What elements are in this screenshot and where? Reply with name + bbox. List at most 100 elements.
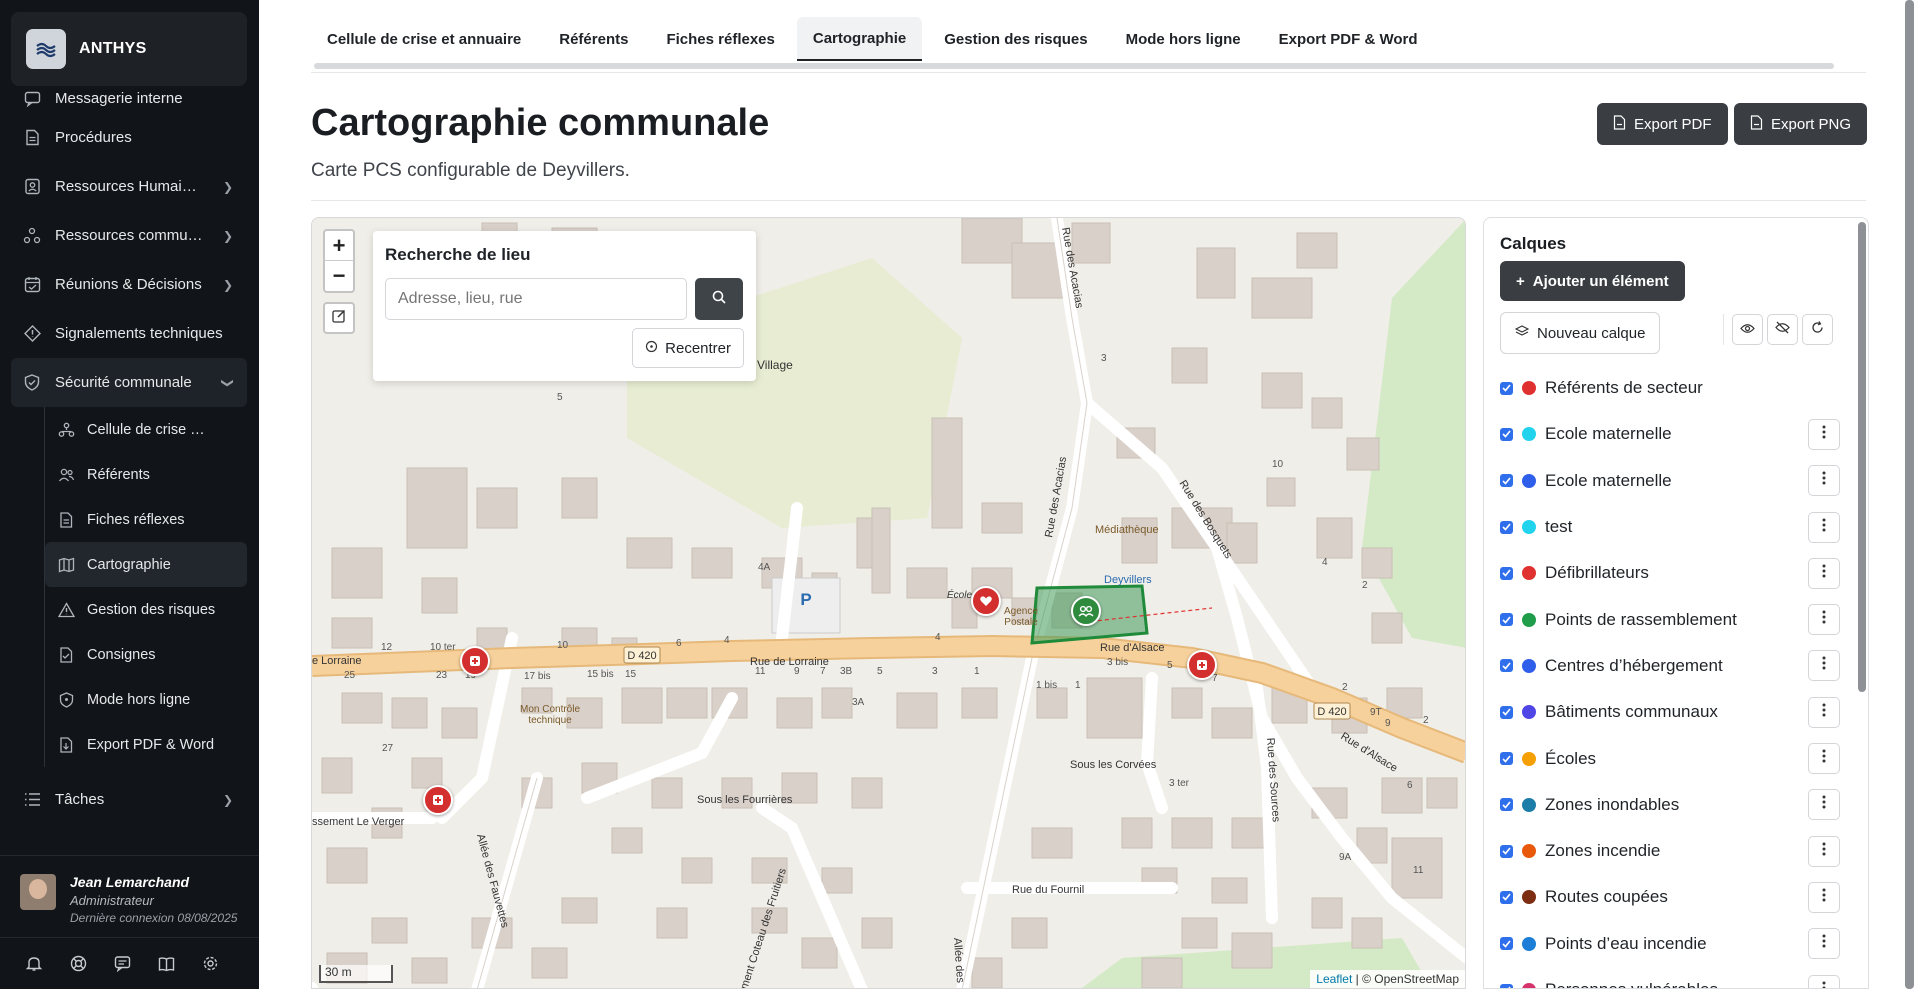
layer-checkbox[interactable] <box>1500 705 1513 719</box>
sidebar-subitem-cellule[interactable]: Cellule de crise et annuaire <box>45 407 247 452</box>
layer-checkbox[interactable] <box>1500 798 1513 812</box>
layer-menu-button[interactable] <box>1808 465 1840 497</box>
chevron-down-icon: ❯ <box>220 377 235 388</box>
crosshair-icon <box>645 340 658 357</box>
layer-row[interactable]: Défibrillateurs <box>1500 550 1840 596</box>
sidebar-subitem-referents[interactable]: Référents <box>45 452 247 497</box>
layer-menu-button[interactable] <box>1808 974 1840 988</box>
layer-checkbox[interactable] <box>1500 659 1513 673</box>
layer-checkbox[interactable] <box>1500 983 1513 988</box>
sidebar-subitem-cartographie[interactable]: Cartographie <box>45 542 247 587</box>
layer-menu-button[interactable] <box>1808 696 1840 728</box>
layer-row[interactable]: test <box>1500 504 1840 550</box>
layer-row[interactable]: Ecole maternelle <box>1500 458 1840 504</box>
layers-scrollbar[interactable] <box>1858 222 1866 692</box>
tab-cellule[interactable]: Cellule de crise et annuaire <box>311 17 537 61</box>
layer-row[interactable]: Zones incendie <box>1500 828 1840 874</box>
layer-menu-button[interactable] <box>1808 604 1840 636</box>
layer-menu-button[interactable] <box>1808 789 1840 821</box>
sidebar-item-signalements[interactable]: Signalements techniques <box>11 309 247 358</box>
show-all-button[interactable] <box>1732 314 1763 345</box>
zoom-in-button[interactable]: + <box>325 231 353 261</box>
recenter-button[interactable]: Recentrer <box>632 328 744 368</box>
sidebar-item-procedures[interactable]: Procédures <box>11 113 247 162</box>
layer-menu-button[interactable] <box>1808 650 1840 682</box>
map-view[interactable]: P 12 10 ter 10 6 4 25 23 17 bis 15 bis 1… <box>311 217 1466 989</box>
layer-menu-button[interactable] <box>1808 511 1840 543</box>
defibrillator-marker[interactable] <box>423 785 453 815</box>
bell-icon[interactable] <box>22 952 46 976</box>
leaflet-link[interactable]: Leaflet <box>1316 972 1352 986</box>
sidebar-item-reunions[interactable]: Réunions & Décisions ❯ <box>11 260 247 309</box>
referent-marker[interactable] <box>971 586 1001 616</box>
book-icon[interactable] <box>154 952 178 976</box>
layer-menu-button[interactable] <box>1808 835 1840 867</box>
layer-row[interactable]: Routes coupées <box>1500 874 1840 920</box>
sidebar-subitem-export[interactable]: Export PDF & Word <box>45 722 247 767</box>
more-vertical-icon <box>1822 610 1826 629</box>
tab-referents[interactable]: Référents <box>543 17 644 61</box>
export-png-button[interactable]: Export PNG <box>1734 103 1868 145</box>
layer-row[interactable]: Personnes vulnérables <box>1500 967 1840 988</box>
tab-fiches[interactable]: Fiches réflexes <box>650 17 790 61</box>
chat-icon[interactable] <box>110 952 134 976</box>
sidebar-item-ressources-humaines[interactable]: Ressources Humaines ❯ <box>11 162 247 211</box>
zoom-out-button[interactable]: − <box>325 261 353 291</box>
layer-row[interactable]: Centres d’hébergement <box>1500 643 1840 689</box>
reset-button[interactable] <box>1802 314 1833 345</box>
sidebar-item-ressources-communales[interactable]: Ressources communales ❯ <box>11 211 247 260</box>
search-button[interactable] <box>695 278 743 320</box>
sidebar-subitem-fiches[interactable]: Fiches réflexes <box>45 497 247 542</box>
tab-gestion-risques[interactable]: Gestion des risques <box>928 17 1103 61</box>
sidebar-subitem-hors-ligne[interactable]: Mode hors ligne <box>45 677 247 722</box>
layer-checkbox[interactable] <box>1500 566 1513 580</box>
layer-menu-button[interactable] <box>1808 557 1840 589</box>
page-scrollbar[interactable] <box>1905 0 1914 989</box>
tab-cartographie[interactable]: Cartographie <box>796 17 923 61</box>
sidebar-subitem-consignes[interactable]: Consignes <box>45 632 247 677</box>
sidebar-item-messagerie[interactable]: Messagerie interne <box>11 83 247 113</box>
layer-checkbox[interactable] <box>1500 381 1513 395</box>
sidebar-item-securite-communale[interactable]: Sécurité communale ❯ <box>11 358 247 407</box>
layer-checkbox[interactable] <box>1500 937 1513 951</box>
sidebar-subitem-gestion-risques[interactable]: Gestion des risques <box>45 587 247 632</box>
layer-checkbox[interactable] <box>1500 427 1513 441</box>
new-layer-button[interactable]: Nouveau calque <box>1500 312 1661 354</box>
hide-all-button[interactable] <box>1767 314 1798 345</box>
rassemblement-marker[interactable] <box>1071 596 1101 626</box>
gear-icon[interactable] <box>198 952 222 976</box>
user-profile[interactable]: Jean Lemarchand Administrateur Dernière … <box>0 855 259 935</box>
defibrillator-marker[interactable] <box>460 646 490 676</box>
layer-color-dot <box>1522 520 1536 535</box>
plus-icon: + <box>1516 272 1525 290</box>
sidebar-item-taches[interactable]: Tâches ❯ <box>11 775 247 824</box>
layer-checkbox[interactable] <box>1500 752 1513 766</box>
layer-checkbox[interactable] <box>1500 844 1513 858</box>
add-element-button[interactable]: + Ajouter un élément <box>1500 261 1685 301</box>
layer-menu-button[interactable] <box>1808 418 1840 450</box>
edit-draw-button[interactable] <box>323 302 355 334</box>
layer-checkbox[interactable] <box>1500 613 1513 627</box>
layer-row[interactable]: Zones inondables <box>1500 782 1840 828</box>
layer-row[interactable]: Points d’eau incendie <box>1500 921 1840 967</box>
tab-export[interactable]: Export PDF & Word <box>1263 17 1434 61</box>
layer-menu-button[interactable] <box>1808 928 1840 960</box>
place-search-input[interactable] <box>385 278 687 320</box>
brand[interactable]: ANTHYS <box>11 12 247 86</box>
tab-hors-ligne[interactable]: Mode hors ligne <box>1110 17 1257 61</box>
layer-menu-button[interactable] <box>1808 881 1840 913</box>
layer-row[interactable]: Référents de secteur <box>1500 365 1840 411</box>
support-icon[interactable] <box>66 952 90 976</box>
layer-row[interactable]: Écoles <box>1500 735 1840 781</box>
svg-text:11: 11 <box>1413 865 1424 876</box>
defibrillator-marker[interactable] <box>1187 650 1217 680</box>
layer-checkbox[interactable] <box>1500 520 1513 534</box>
layer-checkbox[interactable] <box>1500 890 1513 904</box>
export-pdf-button[interactable]: Export PDF <box>1597 103 1728 145</box>
layer-menu-button[interactable] <box>1808 743 1840 775</box>
tabs-scrollbar[interactable] <box>314 63 1834 69</box>
layer-checkbox[interactable] <box>1500 474 1513 488</box>
layer-row[interactable]: Points de rassemblement <box>1500 596 1840 642</box>
layer-row[interactable]: Bâtiments communaux <box>1500 689 1840 735</box>
layer-row[interactable]: Ecole maternelle <box>1500 411 1840 457</box>
